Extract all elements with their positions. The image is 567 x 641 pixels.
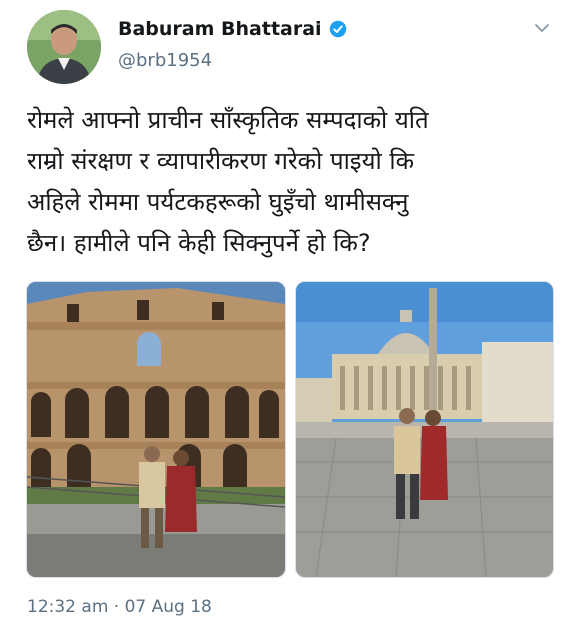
st-peters-square-photo[interactable] — [295, 281, 554, 578]
tweet-date: 07 Aug 18 — [124, 597, 212, 617]
display-name[interactable]: Baburam Bhattarai — [118, 18, 322, 40]
avatar[interactable] — [27, 10, 101, 84]
timestamp-separator: · — [113, 597, 120, 617]
chevron-down-icon[interactable] — [534, 22, 550, 34]
colosseum-photo[interactable] — [26, 281, 286, 578]
verified-badge-icon — [329, 20, 346, 38]
tweet-text: रोमले आफ्नो प्राचीन साँस्कृतिक सम्पदाको … — [27, 106, 429, 257]
user-handle[interactable]: @brb1954 — [118, 50, 212, 71]
author-name-row[interactable]: Baburam Bhattarai — [118, 18, 347, 40]
tweet-time: 12:32 am — [27, 597, 109, 617]
tweet-timestamp[interactable]: 12:32 am · 07 Aug 18 — [27, 597, 212, 617]
tweet-card[interactable]: Baburam Bhattarai @brb1954 रोमले आफ्नो प… — [0, 0, 567, 641]
avatar-image — [27, 10, 101, 84]
